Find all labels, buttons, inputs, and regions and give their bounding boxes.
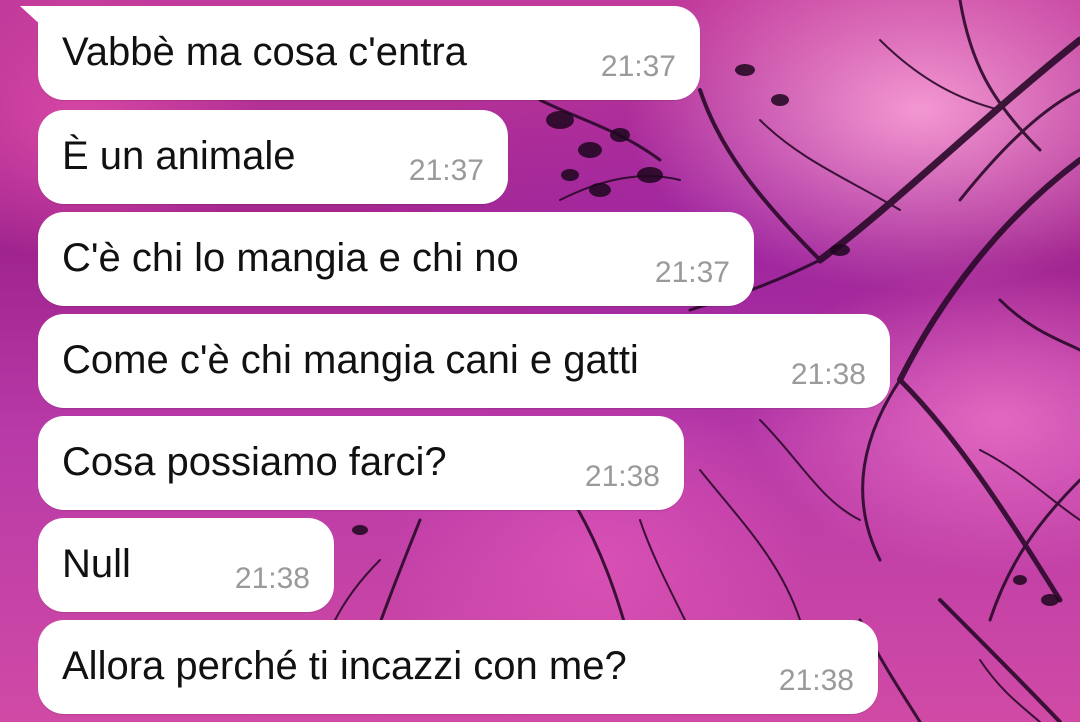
message-bubble[interactable]: C'è chi lo mangia e chi no 21:37	[38, 212, 754, 306]
message-text: C'è chi lo mangia e chi no	[62, 236, 519, 280]
message-text: È un animale	[62, 134, 296, 178]
message-bubble[interactable]: Cosa possiamo farci? 21:38	[38, 416, 684, 510]
message-text: Come c'è chi mangia cani e gatti	[62, 338, 639, 382]
message-timestamp: 21:38	[778, 664, 854, 697]
message-bubble[interactable]: Vabbè ma cosa c'entra 21:37	[38, 6, 700, 100]
message-text: Allora perché ti incazzi con me?	[62, 644, 627, 688]
message-timestamp: 21:37	[654, 256, 730, 289]
message-bubble[interactable]: Allora perché ti incazzi con me? 21:38	[38, 620, 878, 714]
message-timestamp: 21:37	[408, 154, 484, 187]
message-timestamp: 21:37	[600, 50, 676, 83]
message-timestamp: 21:38	[234, 562, 310, 595]
message-timestamp: 21:38	[790, 358, 866, 391]
message-text: Vabbè ma cosa c'entra	[62, 30, 467, 74]
message-bubble[interactable]: È un animale 21:37	[38, 110, 508, 204]
message-text: Null	[62, 542, 131, 586]
message-bubble[interactable]: Come c'è chi mangia cani e gatti 21:38	[38, 314, 890, 408]
message-text: Cosa possiamo farci?	[62, 440, 447, 484]
message-timestamp: 21:38	[584, 460, 660, 493]
message-list[interactable]: Vabbè ma cosa c'entra 21:37 È un animale…	[0, 0, 1080, 722]
message-bubble[interactable]: Null 21:38	[38, 518, 334, 612]
